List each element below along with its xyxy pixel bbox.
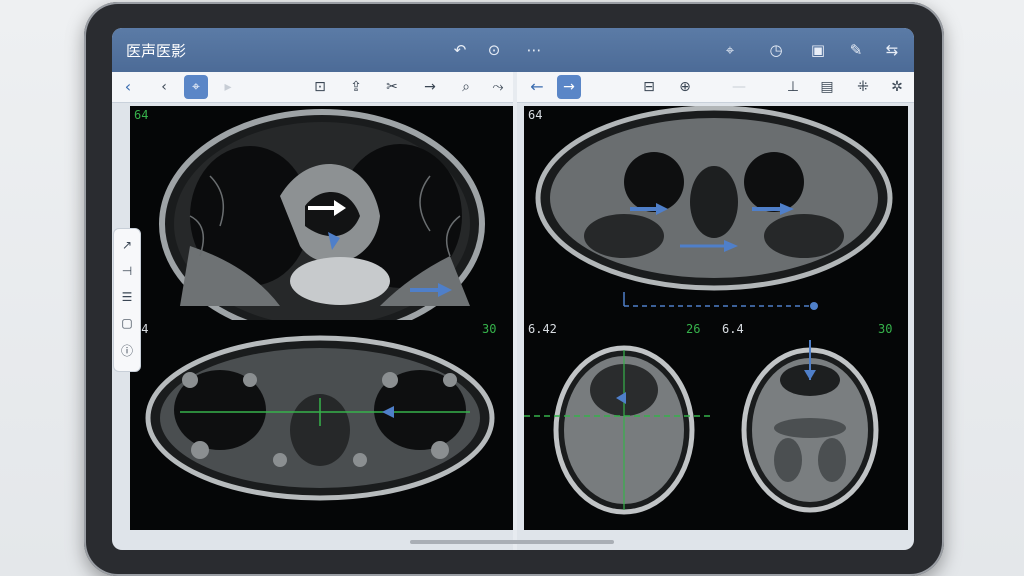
viewport-label: 26: [686, 322, 701, 336]
viewport-label: 64: [134, 108, 149, 122]
pin-icon[interactable]: ⊥: [781, 75, 805, 99]
download-icon[interactable]: ◷: [764, 38, 788, 62]
collapse-icon[interactable]: ⇆: [880, 38, 904, 62]
settings-icon[interactable]: ✲: [885, 75, 909, 99]
info-icon[interactable]: ⓘ: [117, 341, 137, 361]
annotation-arrow[interactable]: [680, 236, 740, 262]
right-pane-toolbar: ← → ⊟ ⊕ — ⊥ ▤ ⁜ ✲: [517, 72, 914, 103]
cut-icon[interactable]: ✂: [380, 75, 404, 99]
title-bar: 医声医影 ↶ ⊙ ⋯ ⌖ ◷ ▣ ✎ ⇆: [112, 28, 914, 72]
crosshair-icon[interactable]: ⌖: [184, 75, 208, 99]
viewport-label: 6.42: [528, 322, 557, 336]
home-indicator[interactable]: [410, 540, 614, 544]
app-screen: 医声医影 ↶ ⊙ ⋯ ⌖ ◷ ▣ ✎ ⇆ ‹ ‹ ⌖ ▸ ⊡ ⇪ ✂ → ⌕ ⤳…: [112, 28, 914, 550]
edit-icon[interactable]: ✎: [844, 38, 868, 62]
location-pin-icon[interactable]: ⌖: [718, 38, 742, 62]
crop-icon[interactable]: ▢: [117, 313, 137, 333]
viewport-bottom-right-b[interactable]: 6.4 30: [718, 320, 908, 530]
left-pane-toolbar: ‹ ‹ ⌖ ▸ ⊡ ⇪ ✂ → ⌕ ⤳: [112, 72, 513, 103]
ruler-vertical-icon[interactable]: ⊣: [117, 261, 137, 281]
back-arrow-icon[interactable]: ←: [525, 75, 549, 99]
viewport-label: 30: [878, 322, 893, 336]
pane-divider[interactable]: [513, 72, 517, 550]
panel-icon[interactable]: ▤: [815, 75, 839, 99]
ct-scan-head: [524, 345, 714, 515]
ct-scan-abdomen: [145, 335, 495, 501]
ct-scan-thorax: [535, 106, 893, 310]
layers-icon[interactable]: ☰: [117, 287, 137, 307]
sync-icon[interactable]: ⤳: [486, 75, 510, 99]
viewport-label: 30: [482, 322, 497, 336]
zoom-icon[interactable]: ⊕: [673, 75, 697, 99]
viewport-top-left[interactable]: 64: [130, 106, 513, 320]
app-title: 医声医影: [126, 42, 187, 60]
layout-icon[interactable]: ▣: [806, 38, 830, 62]
history-icon[interactable]: ⊙: [482, 38, 506, 62]
viewport-label: 6.4: [722, 322, 744, 336]
viewport-bottom-right-a[interactable]: 6.42 26: [524, 320, 718, 530]
image-icon[interactable]: ⊟: [637, 75, 661, 99]
ruler-icon[interactable]: ⊡: [308, 75, 332, 99]
previous-icon[interactable]: ‹: [152, 75, 176, 99]
measure-icon[interactable]: ⁜: [851, 75, 875, 99]
draw-icon[interactable]: ↗: [117, 235, 137, 255]
arrow-right-icon[interactable]: →: [418, 75, 442, 99]
blank-icon: —: [732, 79, 746, 95]
annotation-arrow[interactable]: [628, 202, 668, 216]
arrow-active-icon[interactable]: →: [557, 75, 581, 99]
viewport-label: 64: [528, 108, 543, 122]
magnify-icon[interactable]: ⌕: [454, 75, 478, 99]
undo-icon[interactable]: ↶: [448, 38, 472, 62]
annotation-arrow[interactable]: [750, 202, 794, 216]
back-chevron-icon[interactable]: ‹: [116, 75, 140, 99]
floating-tool-rail: ↗ ⊣ ☰ ▢ ⓘ: [113, 228, 141, 372]
viewport-bottom-left[interactable]: 24 30: [130, 320, 513, 530]
annotation-arrow[interactable]: [306, 198, 346, 218]
disabled-icon: ▸: [224, 79, 232, 95]
export-icon[interactable]: ⇪: [344, 75, 368, 99]
ct-scan-brain: [741, 340, 879, 513]
annotation-arrow[interactable]: [326, 230, 342, 252]
annotation-arrow[interactable]: [408, 282, 452, 298]
more-icon[interactable]: ⋯: [522, 38, 546, 62]
viewport-top-right[interactable]: 64: [524, 106, 908, 320]
